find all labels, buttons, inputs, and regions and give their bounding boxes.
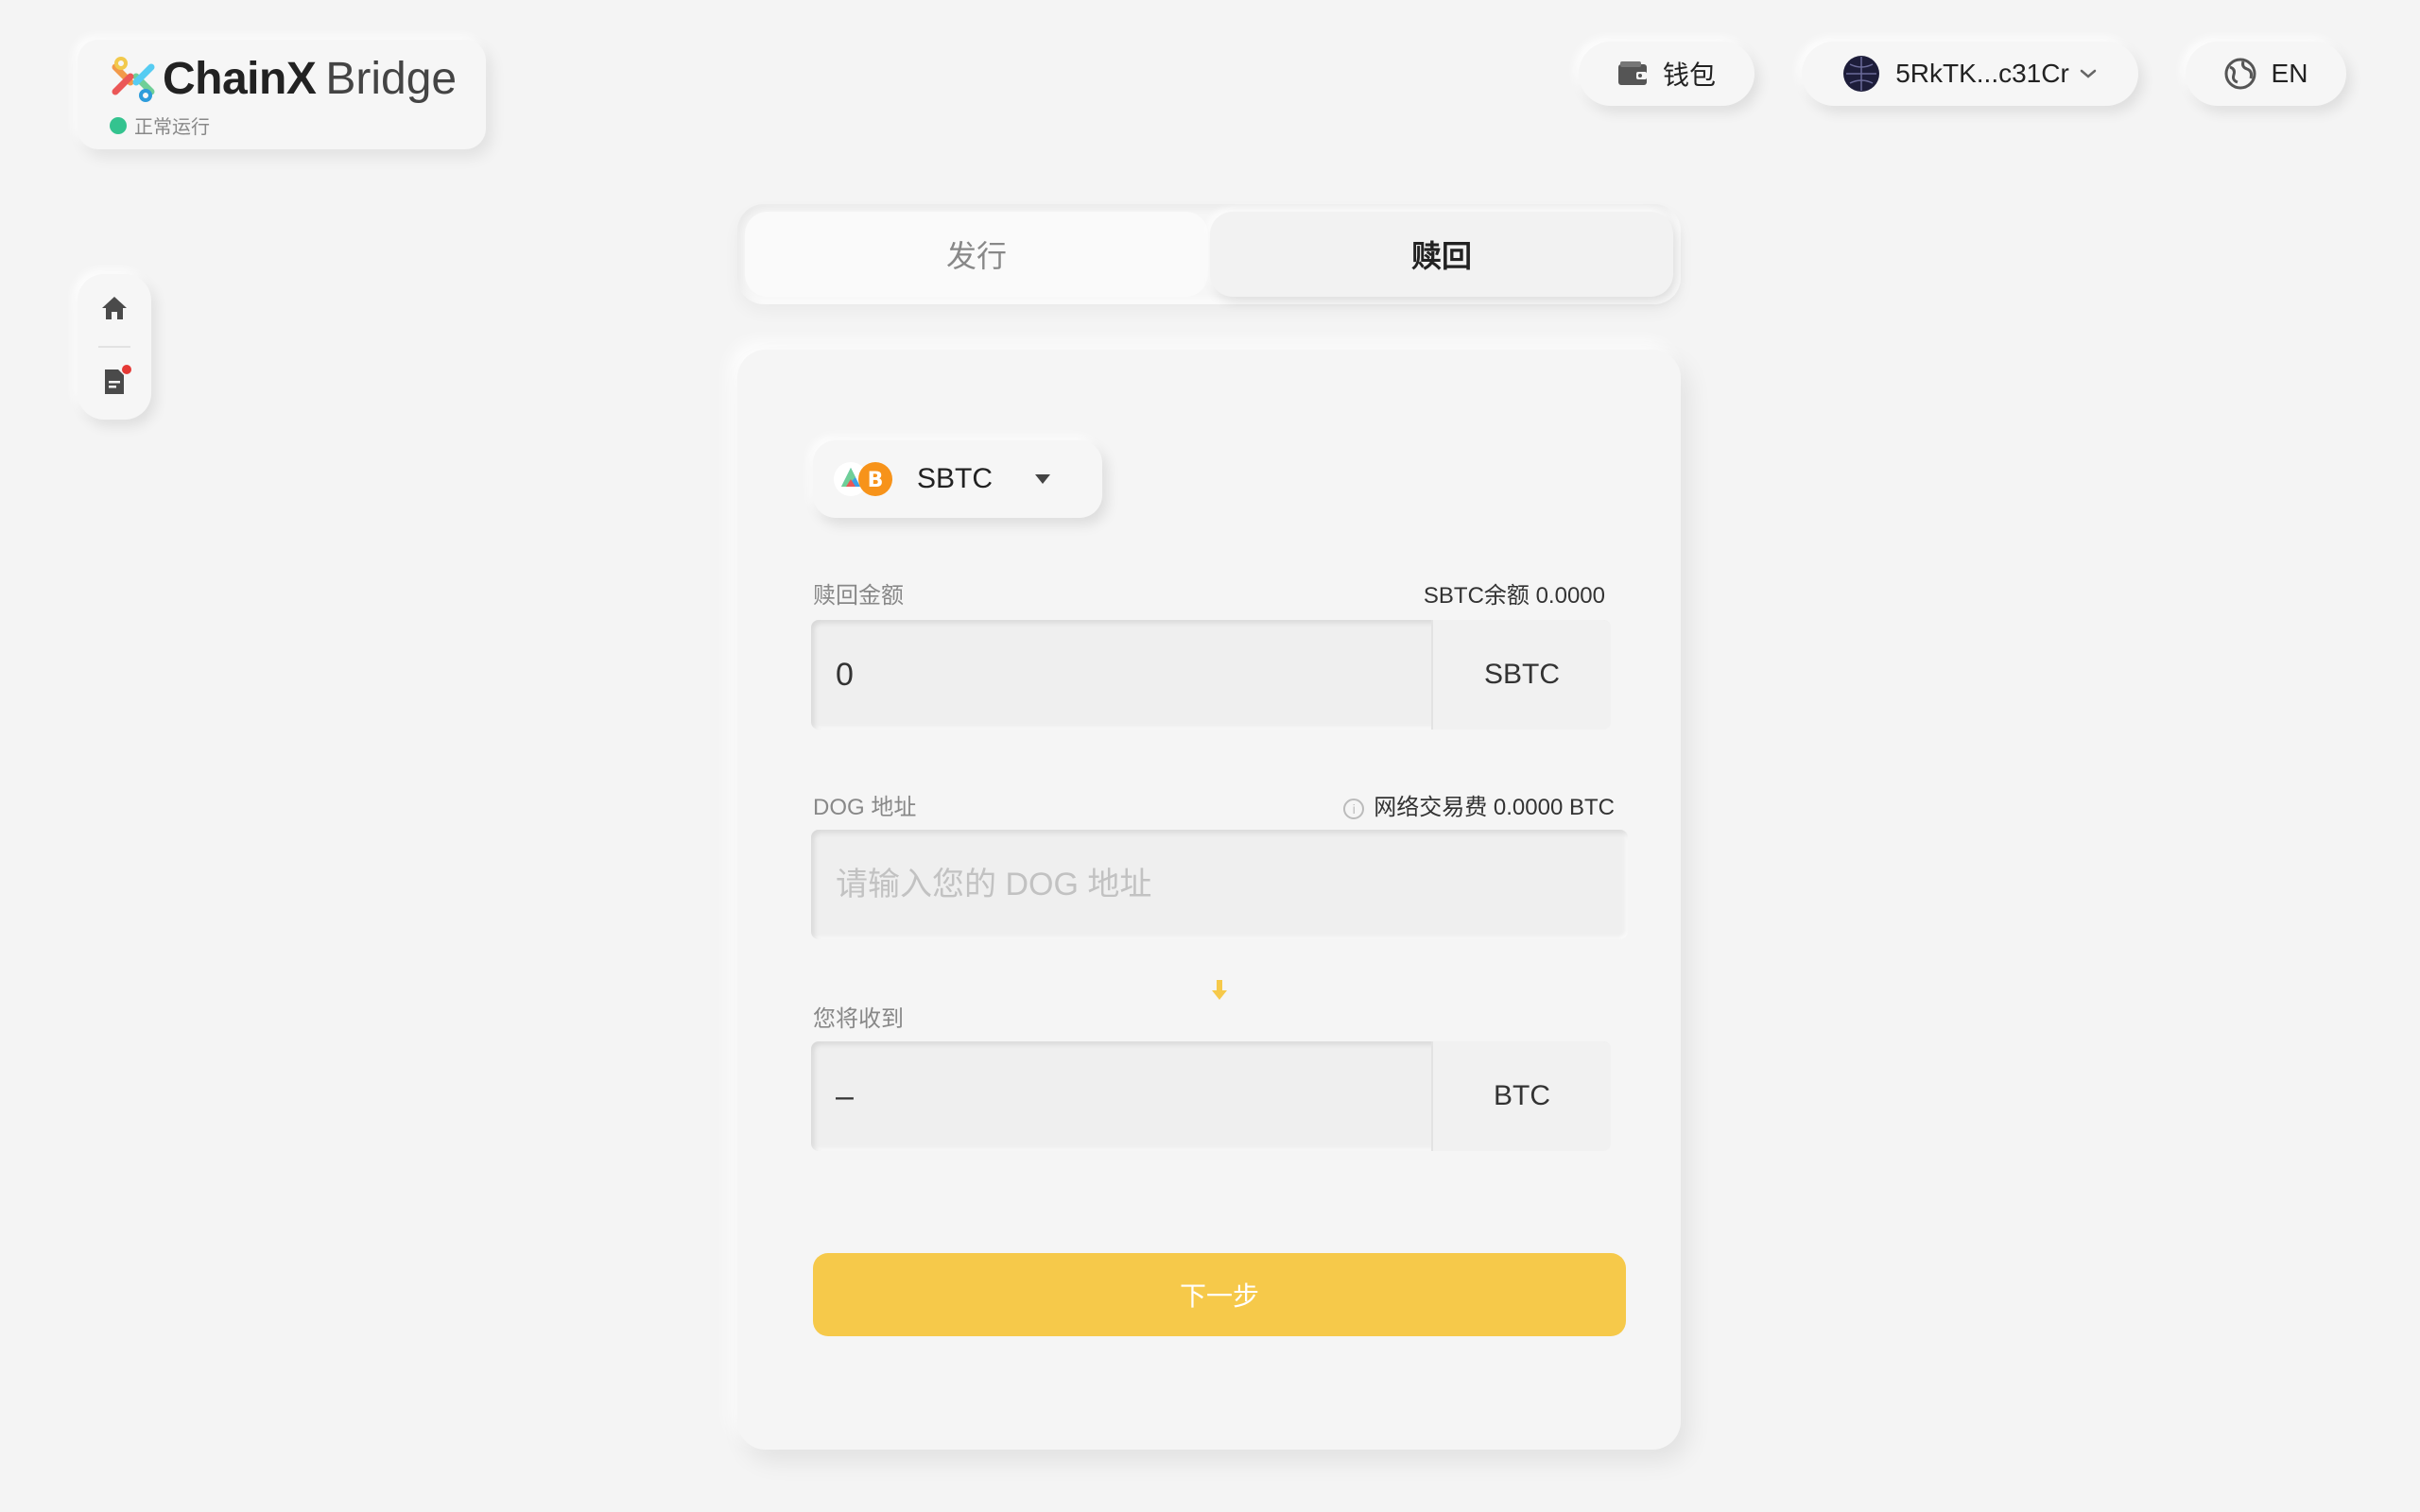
chevron-down-icon [2080,69,2097,78]
arrow-down-icon [1212,980,1227,1000]
amount-label: 赎回金额 [813,583,904,609]
tab-issue[interactable]: 发行 [745,212,1208,297]
sidebar-item-records[interactable] [95,363,133,401]
sidebar-item-home[interactable] [95,289,133,327]
wallet-icon [1617,61,1647,85]
sidebar-divider [98,346,130,348]
status-indicator: 正常运行 [110,112,210,139]
status-text: 正常运行 [134,117,210,138]
tab-redeem[interactable]: 赎回 [1210,212,1673,297]
mode-tabs: 发行 赎回 [737,204,1681,304]
account-selector[interactable]: 5RkTK...c31Cr [1802,42,2138,106]
brand: ChainX Bridge [108,53,457,105]
sbtc-token-icon: B [832,458,898,500]
app-root: ChainX Bridge 正常运行 钱包 5RkTK...c31Cr EN 发… [0,0,2420,1512]
logo-card: ChainX Bridge 正常运行 [78,40,486,149]
amount-field: SBTC [811,620,1611,730]
account-address: 5RkTK...c31Cr [1895,59,2069,88]
language-label: EN [2271,59,2308,88]
notification-badge [122,365,131,374]
language-button[interactable]: EN [2186,42,2346,106]
fee-info: i 网络交易费 0.0000 BTC [1343,788,1615,821]
wallet-button[interactable]: 钱包 [1579,42,1754,106]
fee-text: 网络交易费 0.0000 BTC [1374,795,1615,820]
wallet-label: 钱包 [1662,60,1716,90]
svg-text:B: B [868,469,884,492]
status-dot-icon [110,116,127,134]
redeem-form-card: B SBTC 赎回金额 SBTC余额 0.0000 SBTC DOG 地址 i网… [737,350,1681,1450]
address-input[interactable] [811,830,1628,939]
receive-label: 您将收到 [813,1006,904,1032]
address-label: DOG 地址 [813,795,917,820]
next-step-button[interactable]: 下一步 [813,1253,1626,1336]
receive-unit: BTC [1431,1041,1611,1151]
globe-icon [2224,58,2256,90]
account-avatar-icon [1843,56,1880,92]
home-icon [102,297,127,319]
balance-text: SBTC余额 0.0000 [1423,583,1605,609]
amount-unit: SBTC [1431,620,1611,730]
token-selector[interactable]: B SBTC [813,440,1102,518]
brand-name: ChainX [163,54,317,104]
receive-field: – BTC [811,1041,1611,1151]
address-field [811,830,1628,939]
receive-value: – [836,1077,854,1114]
amount-input[interactable] [811,620,1431,730]
token-name: SBTC [917,463,994,494]
side-nav [78,274,151,420]
chainx-logo-icon [112,56,155,102]
brand-suffix: Bridge [325,54,458,104]
info-icon[interactable]: i [1343,798,1365,819]
caret-down-icon [1035,474,1051,484]
